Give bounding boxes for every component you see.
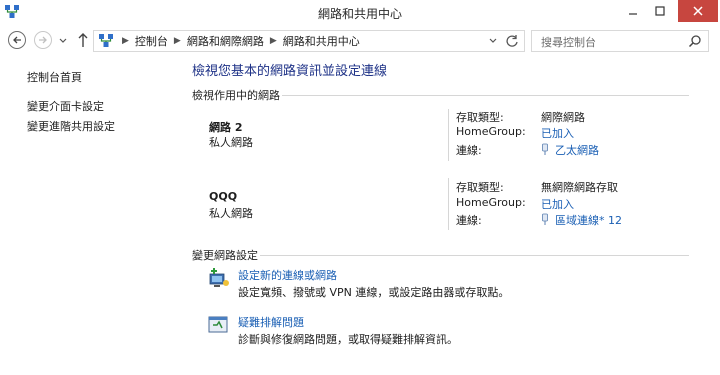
homegroup-link[interactable]: 已加入 (541, 125, 574, 141)
troubleshoot-icon (208, 316, 228, 333)
breadcrumb-separator[interactable]: ▶ (174, 36, 181, 46)
connection-link[interactable]: 區域連線* 12 (541, 212, 622, 228)
address-bar[interactable]: ▶ 控制台 ▶ 網路和網際網路 ▶ 網路和共用中心 (93, 30, 525, 52)
main-pane: 檢視您基本的網路資訊並設定連線 檢視作用中的網路 網路 2 私人網路 存取類型:… (190, 57, 720, 375)
connections-label: 連線: (456, 144, 482, 157)
minimize-button[interactable] (618, 0, 648, 22)
maximize-icon (655, 6, 665, 16)
ethernet-icon (542, 143, 548, 155)
back-arrow-icon (13, 36, 21, 44)
maximize-button[interactable] (645, 0, 675, 22)
access-type-value: 無網際網路存取 (541, 181, 618, 194)
network-category: 私人網路 (209, 207, 253, 220)
change-settings-header: 變更網路設定 (192, 247, 689, 263)
breadcrumb-control-panel[interactable]: 控制台 (135, 33, 168, 49)
breadcrumb: ▶ 控制台 ▶ 網路和網際網路 ▶ 網路和共用中心 (116, 31, 360, 51)
access-type-label: 存取類型: (456, 181, 504, 194)
homegroup-label: HomeGroup: (456, 125, 526, 138)
breadcrumb-network-sharing-center[interactable]: 網路和共用中心 (283, 33, 360, 49)
window-title: 網路和共用中心 (317, 7, 402, 21)
setup-new-connection-link[interactable]: 設定新的連線或網路 (238, 267, 337, 283)
change-advanced-sharing-link[interactable]: 變更進階共用設定 (27, 118, 115, 134)
network-category: 私人網路 (209, 136, 253, 149)
setup-new-connection-description: 設定寬頻、撥號或 VPN 連線，或設定路由器或存取點。 (238, 286, 510, 299)
search-icon[interactable] (688, 34, 702, 48)
ethernet-icon (542, 213, 548, 225)
connection-link[interactable]: 乙太網路 (541, 142, 599, 158)
active-networks-header-label: 檢視作用中的網路 (192, 89, 280, 102)
troubleshoot-problems-description: 診斷與修復網路問題，或取得疑難排解資訊。 (238, 333, 458, 346)
network-sharing-center-window: 網路和共用中心 ▶ 控制台 ▶ 網路和網際網路 ▶ 網路和共用中心 搜尋控制台 … (0, 0, 720, 375)
active-networks-header: 檢視作用中的網路 (192, 87, 689, 103)
new-connection-icon (209, 268, 229, 287)
page-title: 檢視您基本的網路資訊並設定連線 (192, 64, 388, 79)
network-app-icon (99, 34, 113, 47)
access-type-value: 網際網路 (541, 111, 585, 124)
refresh-icon[interactable] (504, 33, 520, 49)
homegroup-link[interactable]: 已加入 (541, 196, 574, 212)
title-bar: 網路和共用中心 (0, 0, 720, 25)
network-name: 網路 2 (209, 121, 243, 134)
left-pane: 控制台首頁 變更介面卡設定 變更進階共用設定 (0, 57, 180, 375)
troubleshoot-problems-link[interactable]: 疑難排解問題 (238, 314, 304, 330)
back-button[interactable] (8, 31, 26, 49)
navigation-bar: ▶ 控制台 ▶ 網路和網際網路 ▶ 網路和共用中心 搜尋控制台 (0, 27, 720, 55)
control-panel-home-link[interactable]: 控制台首頁 (27, 69, 82, 85)
up-arrow-icon[interactable] (76, 31, 90, 49)
search-placeholder: 搜尋控制台 (541, 36, 596, 49)
access-type-label: 存取類型: (456, 111, 504, 124)
divider (282, 95, 689, 96)
close-icon (693, 6, 703, 16)
chevron-down-icon[interactable] (58, 34, 68, 46)
search-input[interactable]: 搜尋控制台 (531, 30, 709, 52)
forward-arrow-icon (39, 36, 47, 44)
connections-label: 連線: (456, 214, 482, 227)
forward-button[interactable] (34, 31, 52, 49)
chevron-down-icon[interactable] (488, 37, 498, 45)
close-button[interactable] (678, 0, 718, 22)
network-name: QQQ (209, 190, 238, 203)
breadcrumb-network-internet[interactable]: 網路和網際網路 (187, 33, 264, 49)
divider (448, 109, 449, 161)
homegroup-label: HomeGroup: (456, 196, 526, 209)
breadcrumb-separator[interactable]: ▶ (122, 36, 129, 46)
connection-label[interactable]: 乙太網路 (555, 144, 599, 157)
divider (448, 178, 449, 230)
change-adapter-settings-link[interactable]: 變更介面卡設定 (27, 98, 104, 114)
breadcrumb-separator[interactable]: ▶ (270, 36, 277, 46)
connection-label[interactable]: 區域連線* 12 (555, 214, 622, 227)
change-settings-header-label: 變更網路設定 (192, 249, 258, 262)
divider (260, 255, 689, 256)
minimize-icon (629, 13, 637, 15)
